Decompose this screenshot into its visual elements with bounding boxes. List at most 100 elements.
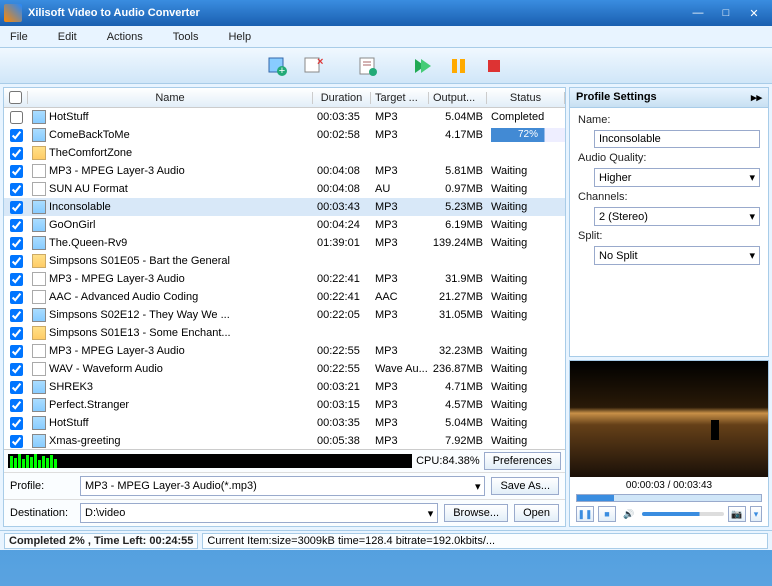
play-pause-button[interactable]: ❚❚: [576, 506, 594, 522]
name-input[interactable]: Inconsolable: [594, 130, 760, 148]
row-tgt: MP3: [371, 219, 429, 231]
table-row[interactable]: AAC - Advanced Audio Coding00:22:41AAC21…: [4, 288, 565, 306]
save-as-button[interactable]: Save As...: [491, 477, 559, 495]
preferences-button[interactable]: Preferences: [484, 452, 561, 470]
menu-bar: File Edit Actions Tools Help: [0, 26, 772, 48]
row-checkbox[interactable]: [10, 327, 23, 340]
row-checkbox[interactable]: [10, 381, 23, 394]
row-checkbox[interactable]: [10, 237, 23, 250]
destination-label: Destination:: [10, 507, 74, 519]
stop-button[interactable]: [480, 52, 508, 80]
preview-time: 00:00:03 / 00:03:43: [570, 477, 768, 494]
header-target[interactable]: Target ...: [371, 92, 429, 104]
row-checkbox[interactable]: [10, 309, 23, 322]
toolbar: + ×: [0, 48, 772, 84]
row-checkbox[interactable]: [10, 183, 23, 196]
snapshot-menu-button[interactable]: ▾: [750, 506, 762, 522]
row-dur: 01:39:01: [313, 237, 371, 249]
menu-actions[interactable]: Actions: [107, 31, 143, 43]
row-checkbox[interactable]: [10, 111, 23, 124]
menu-help[interactable]: Help: [228, 31, 251, 43]
row-checkbox[interactable]: [10, 417, 23, 430]
table-row[interactable]: Simpsons S02E12 - They Way We ...00:22:0…: [4, 306, 565, 324]
preview-slider[interactable]: [576, 494, 762, 502]
pause-button[interactable]: [444, 52, 472, 80]
table-row[interactable]: HotStuff00:03:35MP35.04MBCompleted: [4, 108, 565, 126]
quality-select[interactable]: Higher▾: [594, 168, 760, 187]
table-row[interactable]: SHREK300:03:21MP34.71MBWaiting: [4, 378, 565, 396]
row-checkbox[interactable]: [10, 201, 23, 214]
maximize-button[interactable]: □: [712, 4, 740, 22]
menu-file[interactable]: File: [10, 31, 28, 43]
table-row[interactable]: WAV - Waveform Audio00:22:55Wave Au...23…: [4, 360, 565, 378]
cpu-graph: [8, 454, 412, 468]
header-name[interactable]: Name: [28, 92, 313, 104]
header-output[interactable]: Output...: [429, 92, 487, 104]
row-out: 5.04MB: [429, 111, 487, 123]
profile-settings-panel: Profile Settings ▸▸ Name: Inconsolable A…: [569, 87, 769, 357]
header-checkbox[interactable]: [4, 91, 28, 104]
quality-label: Audio Quality:: [578, 152, 760, 164]
chevron-down-icon: ▾: [749, 249, 755, 262]
row-tgt: MP3: [371, 111, 429, 123]
expand-icon[interactable]: ▸▸: [751, 91, 762, 104]
snapshot-button[interactable]: 📷: [728, 506, 746, 522]
convert-button[interactable]: [408, 52, 436, 80]
row-checkbox[interactable]: [10, 363, 23, 376]
row-checkbox[interactable]: [10, 345, 23, 358]
table-row[interactable]: SUN AU Format00:04:08AU0.97MBWaiting: [4, 180, 565, 198]
row-status: Waiting: [487, 381, 565, 393]
table-row[interactable]: Simpsons S01E05 - Bart the General: [4, 252, 565, 270]
split-select[interactable]: No Split▾: [594, 246, 760, 265]
volume-button[interactable]: 🔊: [620, 506, 638, 522]
destination-input[interactable]: D:\video▾: [80, 503, 438, 523]
table-body[interactable]: HotStuff00:03:35MP35.04MBCompletedComeBa…: [4, 108, 565, 449]
close-button[interactable]: ✕: [740, 4, 768, 22]
table-row[interactable]: GoOnGirl00:04:24MP36.19MBWaiting: [4, 216, 565, 234]
table-row[interactable]: Simpsons S01E13 - Some Enchant...: [4, 324, 565, 342]
row-checkbox[interactable]: [10, 219, 23, 232]
table-row[interactable]: MP3 - MPEG Layer-3 Audio00:22:41MP331.9M…: [4, 270, 565, 288]
row-name: Simpsons S01E05 - Bart the General: [49, 255, 230, 267]
row-dur: 00:05:38: [313, 435, 371, 447]
table-row[interactable]: MP3 - MPEG Layer-3 Audio00:04:08MP35.81M…: [4, 162, 565, 180]
row-tgt: MP3: [371, 309, 429, 321]
profile-button[interactable]: [354, 52, 382, 80]
preview-image[interactable]: [570, 361, 768, 477]
row-checkbox[interactable]: [10, 255, 23, 268]
video-icon: [32, 218, 46, 232]
row-checkbox[interactable]: [10, 291, 23, 304]
table-row[interactable]: Inconsolable00:03:43MP35.23MBWaiting: [4, 198, 565, 216]
row-checkbox[interactable]: [10, 435, 23, 448]
browse-button[interactable]: Browse...: [444, 504, 508, 522]
select-all-checkbox[interactable]: [9, 91, 22, 104]
row-checkbox[interactable]: [10, 165, 23, 178]
menu-tools[interactable]: Tools: [173, 31, 199, 43]
remove-file-button[interactable]: ×: [300, 52, 328, 80]
open-button[interactable]: Open: [514, 504, 559, 522]
volume-slider[interactable]: [642, 512, 724, 516]
header-duration[interactable]: Duration: [313, 92, 371, 104]
minimize-button[interactable]: —: [684, 4, 712, 22]
svg-text:×: ×: [317, 56, 323, 68]
table-row[interactable]: TheComfortZone: [4, 144, 565, 162]
table-row[interactable]: Perfect.Stranger00:03:15MP34.57MBWaiting: [4, 396, 565, 414]
profile-select[interactable]: MP3 - MPEG Layer-3 Audio(*.mp3)▾: [80, 476, 485, 496]
add-file-button[interactable]: +: [264, 52, 292, 80]
channels-select[interactable]: 2 (Stereo)▾: [594, 207, 760, 226]
row-name: The.Queen-Rv9: [49, 237, 127, 249]
table-row[interactable]: MP3 - MPEG Layer-3 Audio00:22:55MP332.23…: [4, 342, 565, 360]
video-icon: [32, 236, 46, 250]
row-checkbox[interactable]: [10, 129, 23, 142]
preview-stop-button[interactable]: ■: [598, 506, 616, 522]
table-row[interactable]: The.Queen-Rv901:39:01MP3139.24MBWaiting: [4, 234, 565, 252]
menu-edit[interactable]: Edit: [58, 31, 77, 43]
row-checkbox[interactable]: [10, 399, 23, 412]
row-checkbox[interactable]: [10, 273, 23, 286]
row-tgt: MP3: [371, 345, 429, 357]
table-row[interactable]: ComeBackToMe00:02:58MP34.17MB72%: [4, 126, 565, 144]
table-row[interactable]: Xmas-greeting00:05:38MP37.92MBWaiting: [4, 432, 565, 449]
row-checkbox[interactable]: [10, 147, 23, 160]
header-status[interactable]: Status: [487, 92, 565, 104]
table-row[interactable]: HotStuff00:03:35MP35.04MBWaiting: [4, 414, 565, 432]
